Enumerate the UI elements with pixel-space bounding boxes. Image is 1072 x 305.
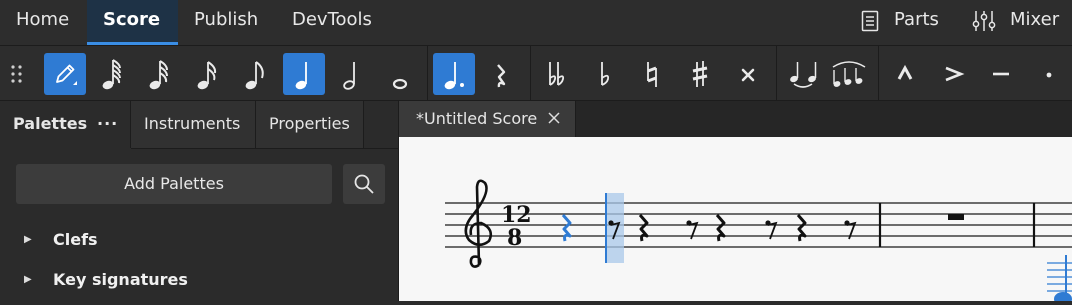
search-icon (354, 174, 374, 194)
drag-handle-icon[interactable] (10, 64, 24, 84)
whole-note-icon (392, 78, 408, 90)
mixer-button[interactable]: Mixer (972, 0, 1067, 45)
tab-publish[interactable]: Publish (178, 0, 276, 45)
double-sharp-button[interactable] (727, 53, 769, 95)
toolbar-separator (530, 46, 531, 100)
score-canvas[interactable]: 12 8 (399, 137, 1072, 305)
menu-bar: Home Score Publish DevTools Parts Mixer (0, 0, 1072, 46)
accent-button[interactable] (932, 53, 974, 95)
document-tab-title: *Untitled Score (416, 109, 538, 128)
32nd-note-icon (149, 60, 168, 90)
tab-home-label: Home (16, 9, 70, 30)
duration-whole-button[interactable] (379, 53, 421, 95)
expand-arrow-icon[interactable]: ▶ (24, 222, 32, 258)
augmentation-dot-button[interactable] (433, 53, 475, 95)
64th-note-icon (102, 59, 121, 90)
tab-score-label: Score (103, 9, 161, 30)
palette-item-key-signatures[interactable]: ▶ Key signatures (0, 262, 390, 298)
duration-quarter-button[interactable] (283, 53, 325, 95)
marcato-icon (897, 64, 913, 80)
quarter-rest[interactable] (796, 214, 807, 242)
duration-64th-button[interactable] (92, 53, 134, 95)
palette-item-label: Key signatures (53, 270, 188, 289)
quarter-rest[interactable] (715, 214, 726, 242)
duration-16th-button[interactable] (187, 53, 229, 95)
quarter-rest[interactable] (638, 214, 649, 242)
mixer-icon (972, 11, 996, 31)
duration-32nd-button[interactable] (139, 53, 181, 95)
add-palettes-label: Add Palettes (124, 174, 224, 193)
expand-arrow-icon[interactable]: ▶ (24, 262, 32, 298)
mixer-label: Mixer (1010, 9, 1060, 30)
slur-icon (832, 61, 866, 87)
tab-bar-filler (364, 101, 398, 149)
toolbar-separator (776, 46, 777, 100)
note-input-button[interactable] (44, 53, 86, 95)
palette-item-clefs[interactable]: ▶ Clefs (0, 222, 390, 258)
natural-icon (647, 62, 657, 87)
duration-half-button[interactable] (331, 53, 373, 95)
tab-instruments[interactable]: Instruments (131, 101, 256, 149)
double-sharp-icon (741, 68, 755, 82)
staccato-button[interactable] (1028, 53, 1070, 95)
dotted-quarter-note-icon (444, 62, 464, 90)
flat-button[interactable] (584, 53, 626, 95)
tab-instruments-label: Instruments (144, 114, 241, 133)
double-flat-icon (549, 62, 565, 86)
flat-icon (601, 62, 610, 86)
tenuto-icon (993, 72, 1009, 76)
next-system-fragment (1047, 255, 1072, 305)
note-input-toolbar (0, 46, 1072, 101)
measure-rest[interactable] (948, 214, 964, 220)
tab-palettes[interactable]: Palettes ··· (0, 101, 131, 148)
double-flat-button[interactable] (536, 53, 578, 95)
staff-lines (445, 202, 1072, 248)
palette-item-label: Clefs (53, 230, 98, 249)
quarter-rest-selected[interactable] (561, 214, 572, 242)
parts-button[interactable]: Parts (860, 0, 950, 45)
tab-home[interactable]: Home (0, 0, 87, 45)
rest-button[interactable] (480, 53, 522, 95)
selection-highlight (606, 193, 624, 263)
eighth-note-icon (245, 61, 264, 90)
tab-properties[interactable]: Properties (256, 101, 364, 149)
close-icon[interactable] (547, 111, 561, 125)
tab-devtools-label: DevTools (292, 9, 372, 30)
palettes-panel: Palettes ··· Instruments Properties Add … (0, 101, 399, 301)
more-options-icon[interactable]: ··· (97, 101, 118, 146)
quarter-rest-icon (497, 64, 506, 88)
sharp-icon (692, 61, 708, 87)
document-tab[interactable]: *Untitled Score (399, 101, 576, 137)
marcato-button[interactable] (884, 53, 926, 95)
natural-button[interactable] (631, 53, 673, 95)
add-palettes-button[interactable]: Add Palettes (16, 164, 332, 204)
toolbar-separator (878, 46, 879, 100)
treble-clef-icon[interactable] (464, 179, 493, 268)
sharp-button[interactable] (679, 53, 721, 95)
staccato-icon (1046, 72, 1052, 78)
score-staff[interactable]: 12 8 (399, 137, 1072, 305)
16th-note-icon (197, 61, 217, 90)
tab-palettes-label: Palettes (13, 114, 88, 133)
tab-publish-label: Publish (194, 9, 259, 30)
tenuto-button[interactable] (980, 53, 1022, 95)
time-signature-denominator[interactable]: 8 (507, 225, 522, 251)
toolbar-separator (427, 46, 428, 100)
parts-icon (861, 10, 879, 32)
duration-eighth-button[interactable] (235, 53, 277, 95)
tab-properties-label: Properties (269, 114, 350, 133)
slur-button[interactable] (828, 53, 870, 95)
tab-devtools[interactable]: DevTools (276, 0, 386, 45)
tie-icon (790, 62, 817, 88)
quarter-note-icon (295, 62, 307, 90)
palette-search-button[interactable] (343, 164, 385, 204)
tab-score[interactable]: Score (87, 0, 178, 45)
document-tab-bar: *Untitled Score (399, 101, 1072, 137)
accent-icon (945, 66, 965, 82)
half-note-icon (343, 62, 355, 90)
parts-label: Parts (894, 9, 939, 30)
pencil-icon (56, 64, 77, 85)
tie-button[interactable] (783, 53, 825, 95)
